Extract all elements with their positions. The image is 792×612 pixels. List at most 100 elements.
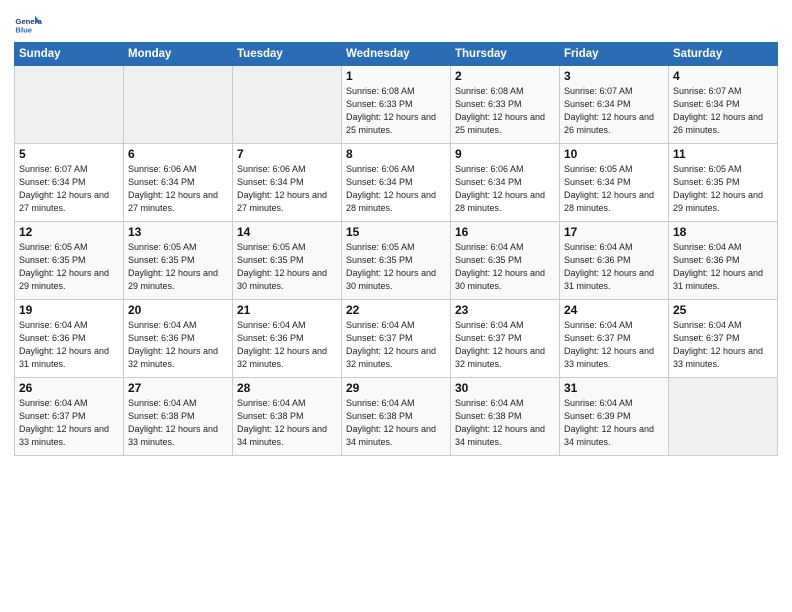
day-number: 27 (128, 381, 228, 395)
day-info: Sunrise: 6:06 AM Sunset: 6:34 PM Dayligh… (237, 163, 337, 215)
col-header-thursday: Thursday (451, 43, 560, 66)
day-cell: 23 Sunrise: 6:04 AM Sunset: 6:37 PM Dayli… (451, 300, 560, 378)
day-number: 30 (455, 381, 555, 395)
day-cell (233, 66, 342, 144)
day-info: Sunrise: 6:04 AM Sunset: 6:38 PM Dayligh… (346, 397, 446, 449)
day-cell (124, 66, 233, 144)
day-cell: 28Sunrise: 6:04 AM Sunset: 6:38 PM Dayli… (233, 378, 342, 456)
week-row-4: 19 Sunrise: 6:04 AM Sunset: 6:36 PM Dayli… (15, 300, 778, 378)
day-cell: 8 Sunrise: 6:06 AM Sunset: 6:34 PM Daylig… (342, 144, 451, 222)
day-cell: 1 Sunrise: 6:08 AM Sunset: 6:33 PM Daylig… (342, 66, 451, 144)
logo-icon: General Blue (14, 10, 42, 38)
day-info: Sunrise: 6:04 AM Sunset: 6:37 PM Dayligh… (564, 319, 664, 371)
header: General Blue (14, 10, 778, 38)
day-info: Sunrise: 6:08 AM Sunset: 6:33 PM Dayligh… (346, 85, 446, 137)
col-header-friday: Friday (560, 43, 669, 66)
day-cell: 22Sunrise: 6:04 AM Sunset: 6:37 PM Dayli… (342, 300, 451, 378)
col-header-tuesday: Tuesday (233, 43, 342, 66)
day-number: 28 (237, 381, 337, 395)
day-cell: 26Sunrise: 6:04 AM Sunset: 6:37 PM Dayli… (15, 378, 124, 456)
day-cell: 4Sunrise: 6:07 AM Sunset: 6:34 PM Daylig… (669, 66, 778, 144)
day-info: Sunrise: 6:04 AM Sunset: 6:37 PM Dayligh… (673, 319, 773, 371)
col-header-monday: Monday (124, 43, 233, 66)
week-row-2: 5Sunrise: 6:07 AM Sunset: 6:34 PM Daylig… (15, 144, 778, 222)
day-number: 23 (455, 303, 555, 317)
day-info: Sunrise: 6:04 AM Sunset: 6:37 PM Dayligh… (346, 319, 446, 371)
day-info: Sunrise: 6:05 AM Sunset: 6:35 PM Dayligh… (128, 241, 228, 293)
day-cell (15, 66, 124, 144)
day-cell: 12 Sunrise: 6:05 AM Sunset: 6:35 PM Dayli… (15, 222, 124, 300)
day-info: Sunrise: 6:05 AM Sunset: 6:35 PM Dayligh… (673, 163, 773, 215)
day-number: 12 (19, 225, 119, 239)
col-header-saturday: Saturday (669, 43, 778, 66)
day-cell: 16 Sunrise: 6:04 AM Sunset: 6:35 PM Dayli… (451, 222, 560, 300)
day-cell: 11 Sunrise: 6:05 AM Sunset: 6:35 PM Dayli… (669, 144, 778, 222)
day-cell: 25 Sunrise: 6:04 AM Sunset: 6:37 PM Dayli… (669, 300, 778, 378)
day-info: Sunrise: 6:04 AM Sunset: 6:36 PM Dayligh… (19, 319, 119, 371)
day-number: 10 (564, 147, 664, 161)
day-number: 2 (455, 69, 555, 83)
day-info: Sunrise: 6:04 AM Sunset: 6:39 PM Dayligh… (564, 397, 664, 449)
day-info: Sunrise: 6:04 AM Sunset: 6:35 PM Dayligh… (455, 241, 555, 293)
day-cell: 9Sunrise: 6:06 AM Sunset: 6:34 PM Daylig… (451, 144, 560, 222)
day-number: 18 (673, 225, 773, 239)
day-number: 7 (237, 147, 337, 161)
day-info: Sunrise: 6:04 AM Sunset: 6:36 PM Dayligh… (564, 241, 664, 293)
day-info: Sunrise: 6:07 AM Sunset: 6:34 PM Dayligh… (19, 163, 119, 215)
day-number: 4 (673, 69, 773, 83)
day-number: 15 (346, 225, 446, 239)
week-row-1: 1 Sunrise: 6:08 AM Sunset: 6:33 PM Daylig… (15, 66, 778, 144)
day-info: Sunrise: 6:05 AM Sunset: 6:35 PM Dayligh… (19, 241, 119, 293)
logo: General Blue (14, 10, 46, 38)
day-number: 16 (455, 225, 555, 239)
day-number: 1 (346, 69, 446, 83)
day-cell: 2 Sunrise: 6:08 AM Sunset: 6:33 PM Daylig… (451, 66, 560, 144)
day-cell: 20Sunrise: 6:04 AM Sunset: 6:36 PM Dayli… (124, 300, 233, 378)
day-cell: 27Sunrise: 6:04 AM Sunset: 6:38 PM Dayli… (124, 378, 233, 456)
day-info: Sunrise: 6:04 AM Sunset: 6:36 PM Dayligh… (237, 319, 337, 371)
day-number: 13 (128, 225, 228, 239)
day-cell: 10Sunrise: 6:05 AM Sunset: 6:34 PM Dayli… (560, 144, 669, 222)
header-row: SundayMondayTuesdayWednesdayThursdayFrid… (15, 43, 778, 66)
day-info: Sunrise: 6:06 AM Sunset: 6:34 PM Dayligh… (346, 163, 446, 215)
week-row-5: 26Sunrise: 6:04 AM Sunset: 6:37 PM Dayli… (15, 378, 778, 456)
day-cell: 14Sunrise: 6:05 AM Sunset: 6:35 PM Dayli… (233, 222, 342, 300)
day-number: 29 (346, 381, 446, 395)
day-info: Sunrise: 6:06 AM Sunset: 6:34 PM Dayligh… (128, 163, 228, 215)
day-number: 17 (564, 225, 664, 239)
day-cell: 13 Sunrise: 6:05 AM Sunset: 6:35 PM Dayli… (124, 222, 233, 300)
day-info: Sunrise: 6:08 AM Sunset: 6:33 PM Dayligh… (455, 85, 555, 137)
day-cell: 24Sunrise: 6:04 AM Sunset: 6:37 PM Dayli… (560, 300, 669, 378)
day-number: 25 (673, 303, 773, 317)
day-info: Sunrise: 6:04 AM Sunset: 6:38 PM Dayligh… (455, 397, 555, 449)
week-row-3: 12 Sunrise: 6:05 AM Sunset: 6:35 PM Dayli… (15, 222, 778, 300)
day-info: Sunrise: 6:04 AM Sunset: 6:36 PM Dayligh… (673, 241, 773, 293)
day-number: 3 (564, 69, 664, 83)
day-info: Sunrise: 6:04 AM Sunset: 6:37 PM Dayligh… (19, 397, 119, 449)
day-cell: 3 Sunrise: 6:07 AM Sunset: 6:34 PM Daylig… (560, 66, 669, 144)
day-info: Sunrise: 6:04 AM Sunset: 6:37 PM Dayligh… (455, 319, 555, 371)
day-cell: 30 Sunrise: 6:04 AM Sunset: 6:38 PM Dayli… (451, 378, 560, 456)
day-cell: 29 Sunrise: 6:04 AM Sunset: 6:38 PM Dayli… (342, 378, 451, 456)
page-container: General Blue SundayMondayTuesdayWednesda… (0, 0, 792, 464)
day-cell: 6Sunrise: 6:06 AM Sunset: 6:34 PM Daylig… (124, 144, 233, 222)
day-info: Sunrise: 6:07 AM Sunset: 6:34 PM Dayligh… (564, 85, 664, 137)
day-cell: 5Sunrise: 6:07 AM Sunset: 6:34 PM Daylig… (15, 144, 124, 222)
day-number: 9 (455, 147, 555, 161)
day-cell: 19 Sunrise: 6:04 AM Sunset: 6:36 PM Dayli… (15, 300, 124, 378)
day-number: 11 (673, 147, 773, 161)
day-cell: 17 Sunrise: 6:04 AM Sunset: 6:36 PM Dayli… (560, 222, 669, 300)
day-cell (669, 378, 778, 456)
day-number: 8 (346, 147, 446, 161)
col-header-sunday: Sunday (15, 43, 124, 66)
day-info: Sunrise: 6:04 AM Sunset: 6:36 PM Dayligh… (128, 319, 228, 371)
day-number: 31 (564, 381, 664, 395)
day-info: Sunrise: 6:05 AM Sunset: 6:35 PM Dayligh… (346, 241, 446, 293)
day-cell: 31 Sunrise: 6:04 AM Sunset: 6:39 PM Dayli… (560, 378, 669, 456)
day-cell: 7 Sunrise: 6:06 AM Sunset: 6:34 PM Daylig… (233, 144, 342, 222)
day-cell: 15 Sunrise: 6:05 AM Sunset: 6:35 PM Dayli… (342, 222, 451, 300)
day-number: 19 (19, 303, 119, 317)
day-cell: 21Sunrise: 6:04 AM Sunset: 6:36 PM Dayli… (233, 300, 342, 378)
svg-text:Blue: Blue (15, 25, 32, 34)
day-info: Sunrise: 6:05 AM Sunset: 6:35 PM Dayligh… (237, 241, 337, 293)
